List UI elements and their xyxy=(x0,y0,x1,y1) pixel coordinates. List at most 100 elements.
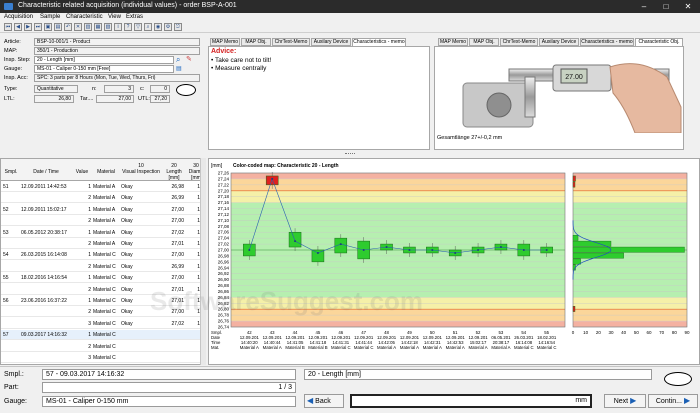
tab-auxiliary-device[interactable]: Auxilary Device xyxy=(311,38,351,46)
table-row[interactable]: 2 Material A Okay 27,01 1 xyxy=(1,239,205,249)
insp-step-select[interactable]: 20 - Length [mm] xyxy=(34,56,174,64)
menu-view[interactable]: View xyxy=(108,14,121,20)
tab-map-memo[interactable]: MAP Memo xyxy=(210,38,240,46)
cell-datetime: 12.09.2011 14:42:53 xyxy=(21,184,67,190)
tab-map-obj[interactable]: MAP Obj. xyxy=(241,38,271,46)
config-icon[interactable]: ⚙ xyxy=(164,23,172,31)
characteristic-field: 20 - Length [mm] xyxy=(304,369,652,380)
cell-visual: Okay xyxy=(121,229,133,236)
table-row[interactable]: 53 06.05.2012 20:38:17 1 Material A Okay 27,0… xyxy=(1,228,205,238)
col-datetime[interactable]: Date / Time xyxy=(21,169,71,175)
menu-extras[interactable]: Extras xyxy=(126,14,143,20)
col-value[interactable]: Value xyxy=(73,169,91,175)
tab-characteristic-obj[interactable]: Characteristic Obj. xyxy=(635,38,683,46)
histogram-x-tick: 20 xyxy=(596,330,602,335)
sample-box[interactable] xyxy=(265,175,279,186)
table-row[interactable]: 52 12.09.2011 15:02:17 1 Material A Okay 27,0… xyxy=(1,205,205,215)
last-icon[interactable]: ⏭ xyxy=(34,23,42,31)
table-row[interactable]: 57 09.03.2017 14:16:32 1 Material C xyxy=(1,330,205,341)
next-icon[interactable]: ▶ xyxy=(24,23,32,31)
table-row[interactable]: 2 Material A Okay 27,00 1 xyxy=(1,216,205,227)
cell-value: 2 xyxy=(88,309,91,316)
tolerance-band xyxy=(573,173,687,179)
tab-chrtext-memo[interactable]: ChrText-Memo xyxy=(272,38,310,46)
col-length[interactable]: Length [mm] xyxy=(164,169,184,181)
x-tick-label: Material A xyxy=(377,345,396,350)
x-tick-label: Material A xyxy=(240,345,259,350)
part-label: Part: xyxy=(4,384,19,391)
exit-icon[interactable]: ⎋ xyxy=(174,23,182,31)
first-icon[interactable]: ⏮ xyxy=(4,23,12,31)
gauge-tool-icon[interactable]: ✎ xyxy=(186,56,196,64)
table-row[interactable]: 51 12.09.2011 14:42:53 1 Material A Okay 26,9… xyxy=(1,182,205,192)
gauge-info-icon[interactable]: ▤ xyxy=(176,65,184,73)
sample-box[interactable] xyxy=(311,249,325,263)
y-tick-label: 27,22 xyxy=(218,182,230,187)
sample-box[interactable] xyxy=(288,231,302,248)
cell-diameter: 1 xyxy=(197,195,200,202)
article-field: BSP-10-001/1 - Product xyxy=(34,38,200,46)
zoom-icon[interactable]: ⌕ xyxy=(144,23,152,31)
gauge-select[interactable]: MS-01 - Caliper 0-150 mm [Free] xyxy=(34,65,174,73)
histogram-x-tick: 80 xyxy=(672,330,678,335)
prev-icon[interactable]: ◀ xyxy=(14,23,22,31)
col-smpl[interactable]: Smpl. xyxy=(3,169,19,175)
undo-icon[interactable]: ↶ xyxy=(64,23,72,31)
map-field: 350/1 - Production xyxy=(34,47,200,55)
cell-material: Material C xyxy=(93,332,116,339)
y-tick-label: 27,20 xyxy=(218,188,230,193)
menu-sample[interactable]: Sample xyxy=(40,14,60,20)
copy-icon[interactable]: ▥ xyxy=(84,23,92,31)
back-button[interactable]: ◀ Back xyxy=(304,394,344,408)
menu-characteristic[interactable]: Characteristic xyxy=(66,14,103,20)
info-icon[interactable]: i xyxy=(114,23,122,31)
maximize-icon[interactable]: □ xyxy=(655,0,677,13)
next-button[interactable]: Next ▶ xyxy=(604,394,646,408)
col-visual[interactable]: Visual Inspection xyxy=(119,169,163,175)
tab-map-obj[interactable]: MAP Obj. xyxy=(469,38,499,46)
x-tick-label: Material C xyxy=(331,345,351,350)
y-tick-label: 27,18 xyxy=(218,194,230,199)
table-icon[interactable]: ▧ xyxy=(104,23,112,31)
minimize-icon[interactable]: – xyxy=(633,0,655,13)
menu-acquisition[interactable]: Acquisition xyxy=(4,14,33,20)
cell-smpl: 52 xyxy=(3,206,9,213)
status-lamp-icon xyxy=(176,84,196,96)
table-vscrollbar[interactable] xyxy=(200,158,206,365)
table-row[interactable]: 2 Material C Okay 26,99 1 xyxy=(1,262,205,272)
x-tick-label: Material C xyxy=(354,345,374,350)
y-tick-label: 27,12 xyxy=(218,212,230,217)
print-icon[interactable]: ▤ xyxy=(54,23,62,31)
smpl-field: 57 - 09.03.2017 14:16:32 xyxy=(42,369,296,380)
col-material[interactable]: Material xyxy=(93,169,119,175)
continue-button[interactable]: Contin... ▶ xyxy=(648,394,698,408)
table-row[interactable]: 55 18.02.2016 14:16:54 1 Material C Okay 27,0… xyxy=(1,273,205,284)
save-icon[interactable]: ▣ xyxy=(44,23,52,31)
table-row[interactable]: 3 Material C xyxy=(1,353,205,363)
close-icon[interactable]: ✕ xyxy=(677,0,699,13)
cell-smpl: 53 xyxy=(3,229,9,236)
find-icon[interactable]: ⌕ xyxy=(176,56,184,64)
chart-icon[interactable]: ▦ xyxy=(94,23,102,31)
tab-map-memo[interactable]: MAP Memo xyxy=(438,38,468,46)
table-row[interactable]: 2 Material A Okay 26,99 1 xyxy=(1,193,205,204)
mean-point xyxy=(499,246,502,249)
tab-auxiliary-device[interactable]: Auxilary Device xyxy=(539,38,579,46)
tab-chrtext-memo[interactable]: ChrText-Memo xyxy=(500,38,538,46)
table-row[interactable]: 3 Material C Okay 27,02 1 xyxy=(1,319,205,329)
tar-field: 27,00 xyxy=(96,95,134,103)
advice-item: • Take care not to tilt! xyxy=(211,57,272,64)
tolerance-band xyxy=(231,173,565,179)
splitter-handle[interactable] xyxy=(345,153,355,155)
value-input[interactable]: mm xyxy=(350,394,592,408)
table-row[interactable]: 54 26.03.2015 16:14:08 1 Material C Okay 27,0… xyxy=(1,250,205,261)
help-icon[interactable]: ? xyxy=(124,23,132,31)
filter-icon[interactable]: ▽ xyxy=(134,23,142,31)
x-tick-label: Material A xyxy=(446,345,465,350)
tab-characteristics-memo[interactable]: Characteristics - memo xyxy=(580,38,634,46)
cell-value: 3 xyxy=(88,320,91,327)
tab-characteristics-memo[interactable]: Characteristics - memo xyxy=(352,38,406,46)
delete-icon[interactable]: ✕ xyxy=(74,23,82,31)
table-row[interactable]: 2 Material C xyxy=(1,342,205,352)
camera-icon[interactable]: ◉ xyxy=(154,23,162,31)
